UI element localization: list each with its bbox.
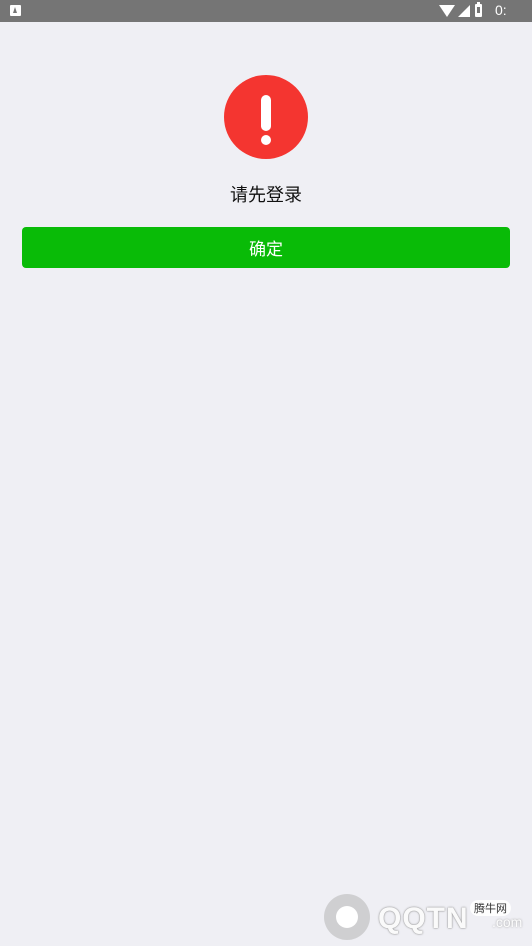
signal-icon (458, 5, 470, 17)
confirm-button[interactable]: 确定 (22, 227, 510, 268)
watermark-logo-icon (324, 894, 370, 940)
status-time: 0: (495, 2, 507, 18)
watermark: QQTN 腾牛网 .com (320, 888, 532, 946)
exclamation-icon (224, 75, 308, 159)
status-bar: 0: (0, 0, 532, 22)
watermark-brand: QQTN (378, 902, 469, 935)
battery-icon (475, 2, 482, 17)
app-notification-icon (10, 5, 21, 16)
wifi-icon (439, 5, 455, 17)
alert-message: 请先登录 (230, 185, 302, 206)
watermark-domain: .com (492, 914, 523, 930)
exclamation-dot (261, 135, 271, 145)
exclamation-bar (261, 95, 271, 131)
